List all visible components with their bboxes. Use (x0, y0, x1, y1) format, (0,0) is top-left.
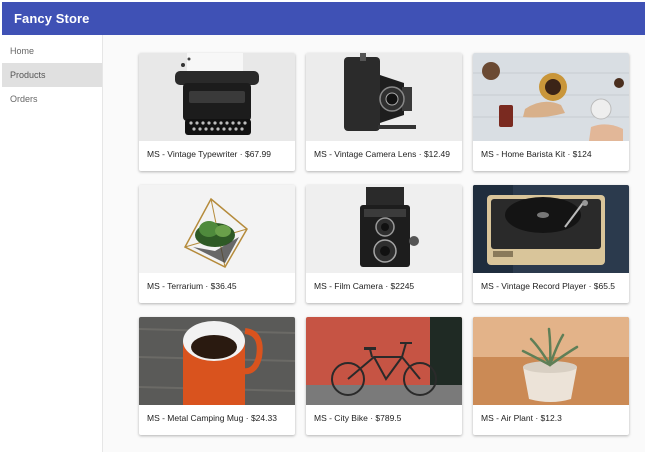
top-app-bar: Fancy Store (2, 2, 645, 35)
product-card-terrarium[interactable]: MS - Terrarium · $36.45 (139, 185, 295, 303)
product-caption: MS - Metal Camping Mug · $24.33 (147, 413, 277, 423)
product-card-city-bike[interactable]: MS - City Bike · $789.5 (306, 317, 462, 435)
app-title[interactable]: Fancy Store (14, 11, 90, 26)
app-window: Fancy Store Home Products Orders MS - Vi… (2, 2, 645, 452)
product-grid: MS - Vintage Typewriter · $67.99 MS - Vi… (102, 35, 645, 452)
product-card-air-plant[interactable]: MS - Air Plant · $12.3 (473, 317, 629, 435)
camping-mug-image (139, 317, 295, 405)
product-card-barista-kit[interactable]: MS - Home Barista Kit · $124 (473, 53, 629, 171)
product-caption: MS - Air Plant · $12.3 (481, 413, 562, 423)
product-card-camera-lens[interactable]: MS - Vintage Camera Lens · $12.49 (306, 53, 462, 171)
record-player-image (473, 185, 629, 273)
sidebar-item-orders[interactable]: Orders (2, 87, 102, 111)
sidebar: Home Products Orders (2, 35, 103, 452)
sidebar-item-home[interactable]: Home (2, 39, 102, 63)
product-caption: MS - Vintage Camera Lens · $12.49 (314, 149, 450, 159)
product-card-typewriter[interactable]: MS - Vintage Typewriter · $67.99 (139, 53, 295, 171)
product-caption: MS - Vintage Typewriter · $67.99 (147, 149, 271, 159)
barista-kit-image (473, 53, 629, 141)
typewriter-image (139, 53, 295, 141)
folding-camera-image (306, 53, 462, 141)
film-camera-image (306, 185, 462, 273)
product-card-film-camera[interactable]: MS - Film Camera · $2245 (306, 185, 462, 303)
air-plant-image (473, 317, 629, 405)
city-bike-image (306, 317, 462, 405)
product-caption: MS - Film Camera · $2245 (314, 281, 415, 291)
product-caption: MS - Home Barista Kit · $124 (481, 149, 592, 159)
product-card-record-player[interactable]: MS - Vintage Record Player · $65.5 (473, 185, 629, 303)
product-card-camping-mug[interactable]: MS - Metal Camping Mug · $24.33 (139, 317, 295, 435)
product-caption: MS - Vintage Record Player · $65.5 (481, 281, 616, 291)
product-caption: MS - Terrarium · $36.45 (147, 281, 237, 291)
terrarium-image (139, 185, 295, 273)
sidebar-item-products[interactable]: Products (2, 63, 102, 87)
product-caption: MS - City Bike · $789.5 (314, 413, 402, 423)
